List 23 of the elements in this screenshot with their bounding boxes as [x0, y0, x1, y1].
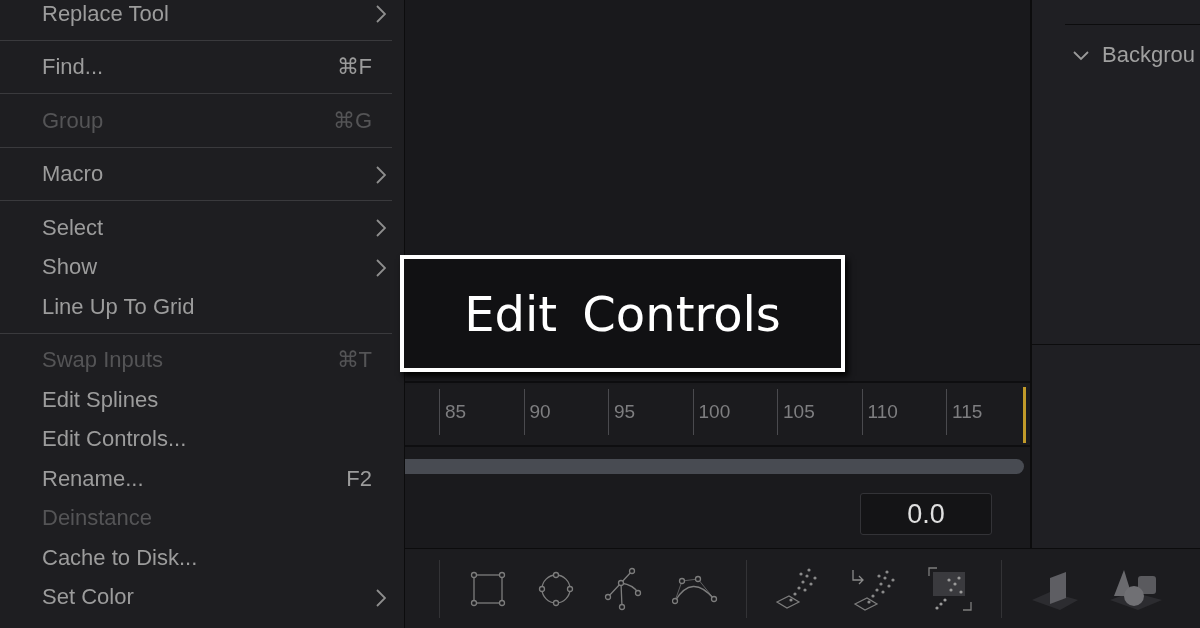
- frame-number: 100: [697, 401, 731, 423]
- frame-number: 95: [613, 401, 636, 423]
- menu-item[interactable]: Rename... F2: [0, 459, 404, 499]
- scroll-bar[interactable]: [405, 458, 1024, 474]
- section-title: Backgrou: [1102, 42, 1195, 68]
- menu-item[interactable]: Edit Controls...: [0, 419, 404, 459]
- frame-number: 110: [866, 401, 898, 423]
- shortcut-label: F2: [346, 465, 372, 492]
- menu-item[interactable]: Edit Splines: [0, 380, 404, 420]
- value-field[interactable]: 0.0: [860, 493, 992, 535]
- frame-number: 105: [782, 401, 815, 423]
- section-header[interactable]: Backgrou: [1065, 24, 1200, 68]
- frame-number: 85: [444, 401, 467, 423]
- frame-number: 115: [951, 401, 983, 423]
- menu-item[interactable]: Cache to Disk...: [0, 538, 404, 578]
- polyline-tool-icon[interactable]: [604, 566, 644, 611]
- particle-image-icon[interactable]: [927, 565, 973, 612]
- menu-item[interactable]: Select: [0, 208, 404, 248]
- menu-item[interactable]: Show: [0, 247, 404, 287]
- title-text: Edit Controls: [464, 285, 781, 342]
- frame-number: 90: [528, 401, 551, 423]
- menu-item[interactable]: Set Color: [0, 577, 404, 617]
- shortcut-label: ⌘F: [336, 54, 372, 81]
